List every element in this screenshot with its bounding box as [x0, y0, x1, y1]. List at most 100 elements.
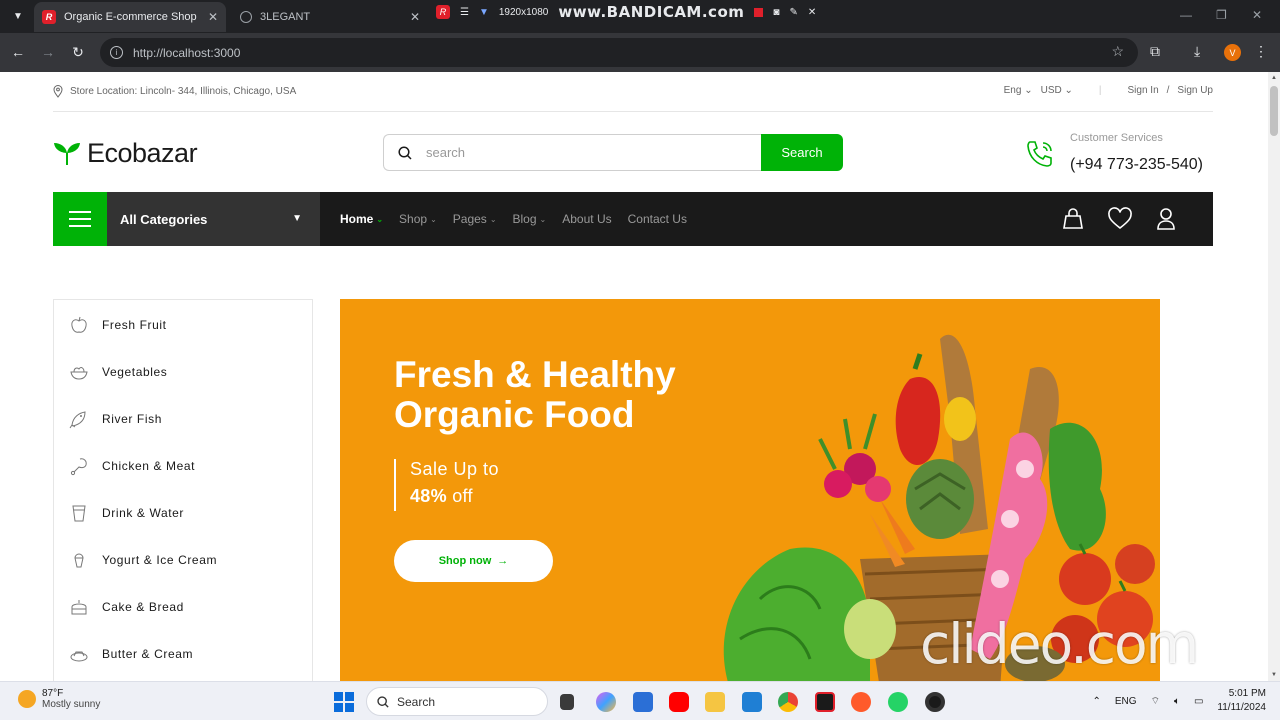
nav-home[interactable]: Home ⌄ — [340, 212, 383, 226]
nav-contact-us[interactable]: Contact Us — [628, 212, 687, 226]
task-view-icon[interactable] — [560, 694, 574, 710]
url-field[interactable]: i http://localhost:3000 ☆ — [100, 38, 1138, 67]
tab-title: Organic E-commerce Shop — [64, 11, 197, 23]
nav-pages[interactable]: Pages ⌄ — [453, 212, 497, 226]
shop-now-button[interactable]: Shop now → — [394, 540, 553, 582]
fish-icon — [69, 411, 86, 429]
wifi-icon[interactable]: ⌔ — [1151, 695, 1160, 708]
clideo-watermark: clideo.com — [920, 612, 1199, 676]
shopping-bag-icon[interactable] — [1061, 207, 1085, 231]
all-categories-label: All Categories — [120, 211, 208, 227]
minimize-icon[interactable]: — — [1180, 8, 1192, 22]
brand-name: Ecobazar — [87, 138, 198, 168]
category-cake-bread[interactable]: Cake & Bread — [68, 595, 184, 619]
close-window-icon[interactable]: ✕ — [1252, 8, 1262, 22]
pin-icon[interactable]: ▼ — [479, 7, 489, 18]
main-navbar: All Categories ▼ Home ⌄ Shop ⌄ Pages ⌄ Blog… — [53, 192, 1213, 246]
reload-icon[interactable]: ↻ — [68, 42, 88, 62]
battery-icon[interactable]: ▭ — [1194, 696, 1203, 707]
category-sidebar: Fresh Fruit Vegetables River Fish Chicke… — [53, 299, 313, 681]
chevron-down-icon: ⌄ — [430, 214, 437, 224]
category-yogurt-ice-cream[interactable]: Yogurt & Ice Cream — [68, 548, 217, 572]
nav-action-icons — [1061, 207, 1177, 231]
tab-3legant[interactable]: 3LEGANT ✕ — [232, 2, 428, 32]
file-explorer-icon[interactable] — [705, 692, 725, 712]
site-info-icon[interactable]: i — [110, 46, 123, 59]
system-tray: ⌃ ENG ⌔ 🔈︎ ▭ 5:01 PM 11/11/2024 — [1093, 687, 1267, 715]
hamburger-menu-icon[interactable] — [53, 192, 107, 246]
browser-menu-icon[interactable]: ⋮ — [1254, 43, 1268, 60]
slash-separator: / — [1166, 85, 1170, 96]
scrollbar-thumb[interactable] — [1270, 86, 1278, 136]
sign-up-link[interactable]: Sign Up — [1177, 85, 1213, 96]
chevron-down-icon: ⌄ — [539, 214, 547, 224]
download-icon[interactable]: ⤓ — [1194, 43, 1200, 60]
recorder-overlay: R ☰ ▼ 1920x1080 www.BANDICAM.com ◙ ✎ ✕ — [436, 2, 816, 22]
pencil-icon[interactable]: ✎ — [789, 7, 797, 18]
vscode-icon[interactable] — [742, 692, 762, 712]
nav-about-us[interactable]: About Us — [562, 212, 611, 226]
chrome-icon[interactable] — [778, 692, 798, 712]
address-bar: ← → ↻ i http://localhost:3000 ☆ ⧉ ⤓ ⋮ — [0, 33, 1280, 72]
cake-icon — [71, 600, 87, 615]
scroll-up-icon[interactable]: ▲ — [1271, 75, 1277, 81]
mail-icon[interactable] — [633, 692, 653, 712]
back-icon[interactable]: ← — [8, 42, 28, 62]
windows-start-icon[interactable] — [334, 692, 354, 712]
top-info-strip: Store Location: Lincoln- 344, Illinois, … — [53, 72, 1213, 112]
close-tab-icon[interactable]: ✕ — [208, 10, 218, 24]
nav-shop[interactable]: Shop ⌄ — [399, 212, 437, 226]
tab-list-button[interactable]: ▼ — [8, 6, 28, 26]
category-butter-cream[interactable]: Butter & Cream — [68, 642, 193, 666]
close-recorder-icon[interactable]: ✕ — [808, 7, 816, 18]
sale-amount: 48% off — [410, 486, 473, 506]
tab-organic-shop[interactable]: R Organic E-commerce Shop ✕ — [34, 2, 226, 32]
copilot-icon[interactable] — [596, 692, 616, 712]
currency-select[interactable]: USD ⌄ — [1041, 85, 1073, 96]
category-vegetables[interactable]: Vegetables — [68, 360, 167, 384]
show-hidden-icons-chevron[interactable]: ⌃ — [1093, 696, 1101, 707]
whatsapp-icon[interactable] — [888, 692, 908, 712]
all-categories-dropdown[interactable]: All Categories ▼ — [107, 192, 320, 246]
volume-icon[interactable]: 🔈︎ — [1174, 696, 1180, 707]
heart-icon[interactable] — [1107, 207, 1133, 231]
language-select[interactable]: Eng ⌄ — [1004, 85, 1033, 96]
input-language[interactable]: ENG — [1115, 696, 1137, 707]
record-stop-icon[interactable] — [754, 7, 764, 17]
camera-icon[interactable]: ◙ — [773, 7, 779, 18]
search-icon — [377, 695, 389, 708]
category-river-fish[interactable]: River Fish — [68, 407, 162, 431]
sign-in-link[interactable]: Sign In — [1128, 85, 1159, 96]
nav-blog[interactable]: Blog ⌄ — [513, 212, 547, 226]
category-chicken-meat[interactable]: Chicken & Meat — [68, 454, 195, 478]
temperature: 87°F — [42, 688, 64, 699]
ice-cream-icon — [74, 553, 84, 568]
postman-icon[interactable] — [851, 692, 871, 712]
system-clock[interactable]: 5:01 PM 11/11/2024 — [1217, 687, 1266, 715]
search-input[interactable] — [426, 145, 726, 160]
close-tab-icon[interactable]: ✕ — [410, 10, 420, 24]
bookmark-star-icon[interactable]: ☆ — [1111, 43, 1124, 60]
youtube-icon[interactable] — [669, 692, 689, 712]
water-cup-icon — [72, 505, 86, 522]
maximize-icon[interactable]: ❐ — [1216, 8, 1227, 22]
user-icon[interactable] — [1155, 207, 1177, 231]
menu-icon[interactable]: ☰ — [460, 7, 469, 18]
scroll-down-icon[interactable]: ▼ — [1271, 672, 1277, 678]
tab-title: 3LEGANT — [260, 11, 311, 23]
forward-icon[interactable]: → — [38, 42, 58, 62]
customer-service-phone[interactable]: (+94 773-235-540) — [1070, 156, 1203, 174]
weather-widget[interactable]: 87°F Mostly sunny — [18, 688, 100, 710]
extensions-icon[interactable]: ⧉ — [1150, 43, 1160, 60]
obs-record-icon[interactable] — [925, 692, 945, 712]
search-button[interactable]: Search — [761, 134, 843, 171]
category-fresh-fruit[interactable]: Fresh Fruit — [68, 313, 167, 337]
profile-avatar[interactable]: V — [1224, 44, 1241, 61]
recorder-app-icon[interactable] — [815, 692, 835, 712]
brand-logo[interactable]: Ecobazar — [53, 138, 198, 169]
page-scrollbar[interactable]: ▲ ▼ — [1268, 72, 1280, 681]
taskbar-search[interactable]: Search — [366, 687, 548, 716]
category-drink-water[interactable]: Drink & Water — [68, 501, 184, 525]
sale-label: Sale Up to — [410, 459, 500, 479]
chicken-leg-icon — [70, 458, 87, 476]
